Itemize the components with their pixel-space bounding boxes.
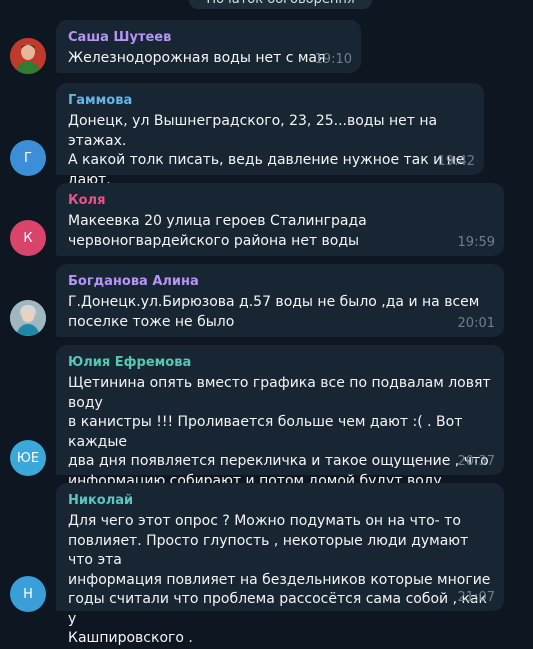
message-time: 19:42 [437, 154, 475, 169]
message-bubble[interactable]: Николай Для чего этот опрос ? Можно поду… [56, 483, 504, 646]
sender-name[interactable]: Юлия Ефремова [68, 354, 492, 372]
avatar-initials: К [23, 230, 33, 246]
message-text: Для чего этот опрос ? Можно подумать он … [68, 513, 491, 646]
message-time: 19:59 [457, 235, 495, 250]
sender-name[interactable]: Коля [68, 192, 492, 210]
sender-name[interactable]: Саша Шутеев [68, 29, 349, 47]
avatar-initials: ЮЕ [16, 450, 40, 466]
avatar[interactable]: ЮЕ [10, 440, 46, 476]
message-text: Макеевка 20 улица героев Сталинграда чер… [68, 213, 367, 249]
message-bubble[interactable]: Саша Шутеев Железнодорожная воды нет с м… [56, 20, 361, 73]
message-time: 19:10 [314, 52, 352, 67]
avatar[interactable] [10, 38, 46, 74]
message-bubble[interactable]: Коля Макеевка 20 улица героев Сталинград… [56, 183, 504, 256]
message-bubble[interactable]: Гаммова Донецк, ул Вышнеградского, 23, 2… [56, 83, 484, 207]
avatar[interactable]: Н [10, 576, 46, 612]
sender-name[interactable]: Николай [68, 492, 492, 510]
avatar[interactable] [10, 300, 46, 336]
avatar[interactable]: Г [10, 140, 46, 176]
avatar-initials: Г [24, 150, 32, 166]
sender-name[interactable]: Гаммова [68, 92, 472, 110]
message-time: 21:07 [457, 590, 495, 605]
discussion-start-divider: Початок обговорення [189, 0, 372, 9]
user-photo-icon [10, 38, 46, 74]
message-bubble[interactable]: Юлия Ефремова Щетинина опять вместо граф… [56, 345, 504, 531]
avatar-initials: Н [23, 586, 33, 602]
user-photo-icon [10, 300, 46, 336]
avatar[interactable]: К [10, 220, 46, 256]
sender-name[interactable]: Богданова Алина [68, 273, 492, 291]
message-time: 20:01 [457, 316, 495, 331]
message-text: Железнодорожная воды нет с мая [68, 50, 326, 66]
message-time: 20:37 [457, 454, 495, 469]
message-text: Г.Донецк.ул.Бирюзова д.57 воды не было ,… [68, 294, 480, 330]
message-bubble[interactable]: Богданова Алина Г.Донецк.ул.Бирюзова д.5… [56, 264, 504, 337]
